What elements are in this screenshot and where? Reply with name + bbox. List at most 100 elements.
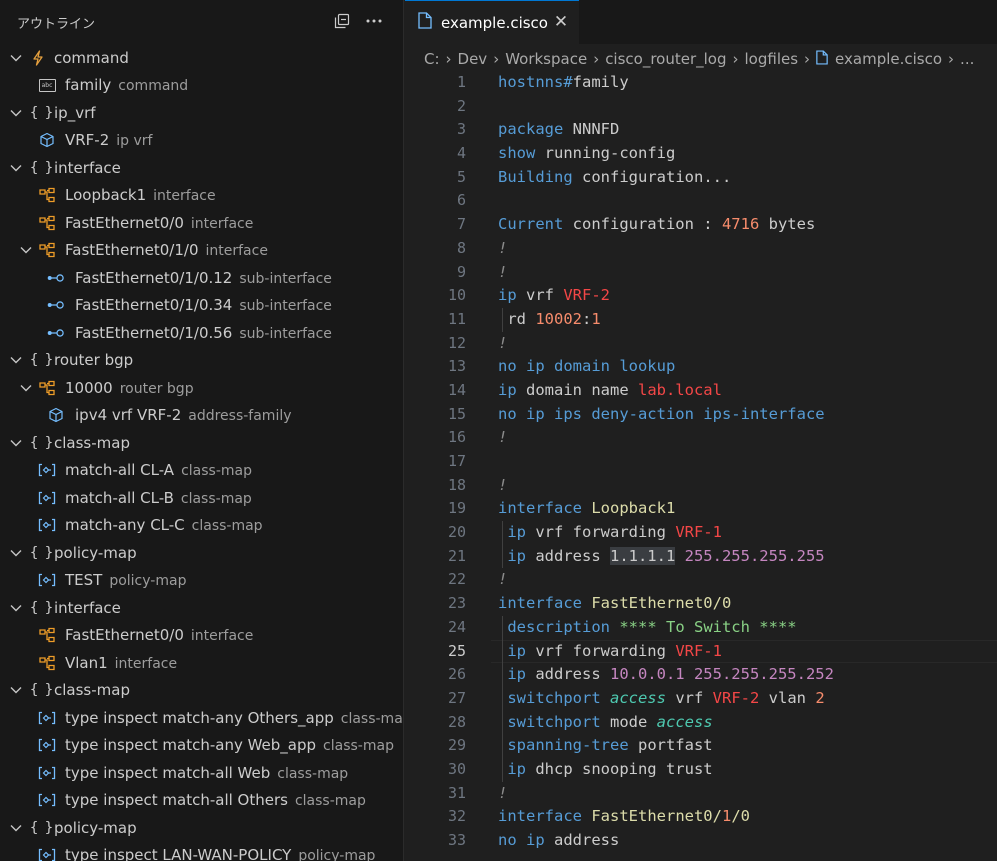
code-line[interactable]: 26 ip address 10.0.0.1 255.255.255.252	[405, 663, 997, 687]
outline-item[interactable]: type inspect match-all Web class-map	[0, 759, 403, 787]
code-line[interactable]: 10 ip vrf VRF-2	[405, 284, 997, 308]
code-line[interactable]: 5 Building configuration...	[405, 166, 997, 190]
chevron-down-icon[interactable]	[9, 436, 23, 450]
code-line[interactable]: 2	[405, 95, 997, 119]
outline-item-description: class-map	[191, 518, 263, 535]
outline-item[interactable]: abc family command	[0, 72, 403, 100]
outline-item[interactable]: match-any CL-C class-map	[0, 512, 403, 540]
code-token: interface	[498, 807, 592, 826]
chevron-down-icon[interactable]	[9, 821, 23, 835]
outline-item[interactable]: { } class-map	[0, 429, 403, 457]
code-line[interactable]: 11 rd 10002:1	[405, 307, 997, 332]
chevron-down-icon[interactable]	[9, 161, 23, 175]
outline-item[interactable]: Loopback1 interface	[0, 182, 403, 210]
code-text: !	[498, 261, 507, 285]
code-line[interactable]: 32 interface FastEthernet0/1/0	[405, 805, 997, 829]
code-line[interactable]: 15 no ip ips deny-action ips-interface	[405, 403, 997, 427]
code-text: no ip address	[498, 829, 619, 853]
breadcrumb-logfiles[interactable]: logfiles	[745, 50, 799, 68]
code-line[interactable]: 3 package NNNFD	[405, 118, 997, 142]
outline-item[interactable]: 10000 router bgp	[0, 374, 403, 402]
outline-item[interactable]: { } policy-map	[0, 814, 403, 842]
outline-item[interactable]: TEST policy-map	[0, 567, 403, 595]
outline-item-description: command	[118, 78, 189, 95]
outline-item[interactable]: ipv4 vrf VRF-2 address-family	[0, 402, 403, 430]
outline-item[interactable]: FastEthernet0/1/0 interface	[0, 237, 403, 265]
code-token: !	[498, 333, 508, 352]
code-line[interactable]: 30 ip dhcp snooping trust	[405, 757, 997, 782]
line-number: 32	[447, 807, 466, 826]
code-line[interactable]: 7 Current configuration : 4716 bytes	[405, 213, 997, 237]
code-line[interactable]: 18!	[405, 474, 997, 498]
outline-item[interactable]: { } interface	[0, 594, 403, 622]
code-line[interactable]: 1 hostnns#family	[405, 71, 997, 95]
outline-item[interactable]: command	[0, 44, 403, 72]
code-line[interactable]: 14 ip domain name lab.local	[405, 379, 997, 403]
line-number: 33	[447, 831, 466, 849]
outline-item[interactable]: match-all CL-A class-map	[0, 457, 403, 485]
outline-item[interactable]: FastEthernet0/1/0.34 sub-interface	[0, 292, 403, 320]
code-line[interactable]: 13 no ip domain lookup	[405, 355, 997, 379]
chevron-down-icon[interactable]	[9, 353, 23, 367]
code-line[interactable]: 33 no ip address	[405, 829, 997, 853]
chevron-down-icon[interactable]	[19, 243, 33, 257]
breadcrumb-file[interactable]: example.cisco	[835, 50, 942, 68]
code-line[interactable]: 6	[405, 189, 997, 213]
outline-item[interactable]: { } router bgp	[0, 347, 403, 375]
code-line[interactable]: 4 show running-config	[405, 142, 997, 166]
code-line[interactable]: 8!	[405, 237, 997, 261]
outline-item[interactable]: FastEthernet0/1/0.56 sub-interface	[0, 319, 403, 347]
outline-item[interactable]: FastEthernet0/0 interface	[0, 209, 403, 237]
outline-item[interactable]: FastEthernet0/1/0.12 sub-interface	[0, 264, 403, 292]
outline-item[interactable]: { } ip_vrf	[0, 99, 403, 127]
chevron-down-icon[interactable]	[9, 683, 23, 697]
line-number: 4	[456, 144, 466, 163]
outline-item[interactable]: type inspect match-any Web_app class-map	[0, 732, 403, 760]
breadcrumb-project[interactable]: cisco_router_log	[605, 50, 726, 68]
outline-item[interactable]: type inspect match-any Others_app class-m…	[0, 704, 403, 732]
breadcrumb-dev[interactable]: Dev	[458, 50, 488, 68]
breadcrumb-drive[interactable]: C:	[424, 50, 440, 68]
outline-item[interactable]: match-all CL-B class-map	[0, 484, 403, 512]
outline-item[interactable]: { } interface	[0, 154, 403, 182]
outline-item-name: FastEthernet0/0	[65, 626, 184, 645]
code-token: no ip domain lookup	[498, 357, 676, 376]
code-line[interactable]: 9!	[405, 261, 997, 285]
code-line[interactable]: 27 switchport access vrf VRF-2 vlan 2	[405, 686, 997, 711]
code-line[interactable]: 21 ip address 1.1.1.1 255.255.255.255	[405, 544, 997, 569]
outline-item-label: type inspect match-all Web class-map	[65, 764, 348, 782]
breadcrumb-more[interactable]: ...	[960, 50, 974, 68]
code-line[interactable]: 22!	[405, 568, 997, 592]
chevron-down-icon[interactable]	[9, 601, 23, 615]
outline-item[interactable]: type inspect match-all Others class-map	[0, 787, 403, 815]
code-line[interactable]: 31!	[405, 782, 997, 806]
outline-item-name: type inspect match-all Web	[65, 763, 271, 782]
code-line[interactable]: 29 spanning-tree portfast	[405, 734, 997, 758]
tab-example-cisco[interactable]: example.cisco ✕	[405, 0, 579, 44]
code-editor[interactable]: 1 hostnns#family 2 3 package NNNFD 4 show runn…	[405, 71, 997, 853]
chevron-down-icon[interactable]	[9, 546, 23, 560]
outline-item-label: type inspect match-any Web_app class-map	[65, 736, 394, 754]
chevron-down-icon[interactable]	[19, 381, 33, 395]
chevron-down-icon[interactable]	[9, 51, 23, 65]
chevron-down-icon[interactable]	[9, 106, 23, 120]
outline-item[interactable]: VRF-2 ip vrf	[0, 127, 403, 155]
code-line[interactable]: 25 ip vrf forwarding VRF-1	[405, 639, 997, 664]
code-line[interactable]: 16!	[405, 426, 997, 450]
close-icon[interactable]: ✕	[553, 13, 569, 30]
outline-item[interactable]: Vlan1 interface	[0, 649, 403, 677]
outline-item[interactable]: { } policy-map	[0, 539, 403, 567]
code-line[interactable]: 19 interface Loopback1	[405, 497, 997, 521]
code-line[interactable]: 23 interface FastEthernet0/0	[405, 592, 997, 616]
breadcrumb-workspace[interactable]: Workspace	[505, 50, 587, 68]
outline-item[interactable]: type inspect LAN-WAN-POLICY policy-map	[0, 842, 403, 861]
more-actions-icon[interactable]	[364, 11, 384, 31]
code-line[interactable]: 28 switchport mode access	[405, 710, 997, 735]
collapse-all-icon[interactable]	[332, 11, 352, 31]
outline-item[interactable]: { } class-map	[0, 677, 403, 705]
code-line[interactable]: 12!	[405, 332, 997, 356]
code-line[interactable]: 24 description **** To Switch ****	[405, 615, 997, 640]
code-line[interactable]: 20 ip vrf forwarding VRF-1	[405, 521, 997, 545]
code-line[interactable]: 17	[405, 450, 997, 474]
outline-item[interactable]: FastEthernet0/0 interface	[0, 622, 403, 650]
